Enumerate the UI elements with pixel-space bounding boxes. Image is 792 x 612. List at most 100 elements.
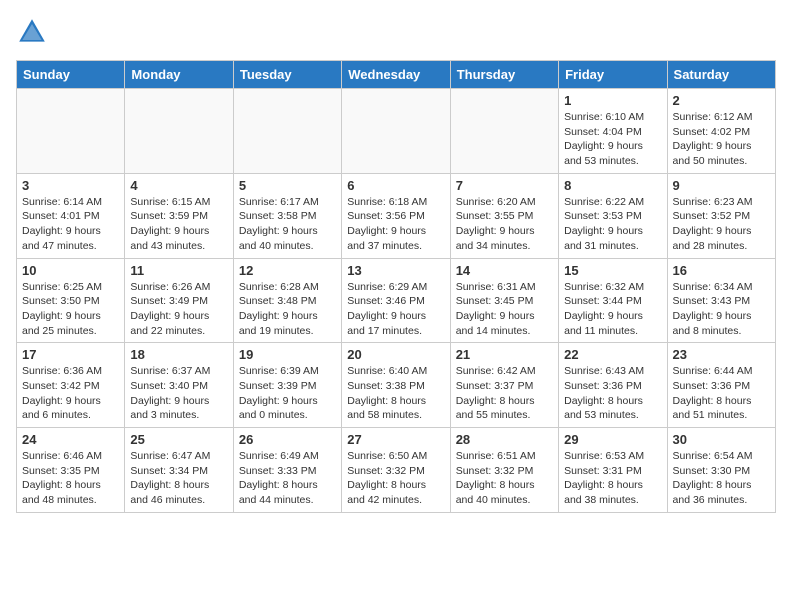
week-row-5: 24 Sunrise: 6:46 AMSunset: 3:35 PMDayligh… [17,428,776,513]
day-info: Sunrise: 6:25 AMSunset: 3:50 PMDaylight:… [22,280,119,339]
day-header-saturday: Saturday [667,61,775,89]
day-info: Sunrise: 6:51 AMSunset: 3:32 PMDaylight:… [456,449,553,508]
week-row-3: 10 Sunrise: 6:25 AMSunset: 3:50 PMDayligh… [17,258,776,343]
day-info: Sunrise: 6:14 AMSunset: 4:01 PMDaylight:… [22,195,119,254]
day-info: Sunrise: 6:32 AMSunset: 3:44 PMDaylight:… [564,280,661,339]
day-info: Sunrise: 6:44 AMSunset: 3:36 PMDaylight:… [673,364,770,423]
week-row-4: 17Sunrise: 6:36 AMSunset: 3:42 PMDayligh… [17,343,776,428]
day-number: 21 [456,347,553,362]
calendar-cell: 27 Sunrise: 6:50 AMSunset: 3:32 PMDayligh… [342,428,450,513]
day-info: Sunrise: 6:46 AMSunset: 3:35 PMDaylight:… [22,449,119,508]
calendar-cell: 8 Sunrise: 6:22 AMSunset: 3:53 PMDaylight… [559,173,667,258]
calendar-cell: 2 Sunrise: 6:12 AMSunset: 4:02 PMDaylight… [667,89,775,174]
calendar-cell: 22 Sunrise: 6:43 AMSunset: 3:36 PMDayligh… [559,343,667,428]
day-number: 7 [456,178,553,193]
day-number: 23 [673,347,770,362]
day-info: Sunrise: 6:43 AMSunset: 3:36 PMDaylight:… [564,364,661,423]
day-number: 20 [347,347,444,362]
day-number: 8 [564,178,661,193]
day-number: 9 [673,178,770,193]
day-number: 3 [22,178,119,193]
day-info: Sunrise: 6:26 AMSunset: 3:49 PMDaylight:… [130,280,227,339]
calendar-cell: 10 Sunrise: 6:25 AMSunset: 3:50 PMDayligh… [17,258,125,343]
day-number: 22 [564,347,661,362]
day-number: 2 [673,93,770,108]
calendar-cell: 7 Sunrise: 6:20 AMSunset: 3:55 PMDaylight… [450,173,558,258]
day-number: 26 [239,432,336,447]
day-info: Sunrise: 6:39 AMSunset: 3:39 PMDaylight:… [239,364,336,423]
day-info: Sunrise: 6:53 AMSunset: 3:31 PMDaylight:… [564,449,661,508]
day-info: Sunrise: 6:37 AMSunset: 3:40 PMDaylight:… [130,364,227,423]
calendar-cell: 20 Sunrise: 6:40 AMSunset: 3:38 PMDayligh… [342,343,450,428]
calendar-cell: 14Sunrise: 6:31 AMSunset: 3:45 PMDayligh… [450,258,558,343]
calendar-cell: 28 Sunrise: 6:51 AMSunset: 3:32 PMDayligh… [450,428,558,513]
calendar-cell [125,89,233,174]
day-info: Sunrise: 6:28 AMSunset: 3:48 PMDaylight:… [239,280,336,339]
day-number: 25 [130,432,227,447]
calendar-cell: 17Sunrise: 6:36 AMSunset: 3:42 PMDayligh… [17,343,125,428]
day-number: 4 [130,178,227,193]
day-header-monday: Monday [125,61,233,89]
calendar-cell: 29 Sunrise: 6:53 AMSunset: 3:31 PMDayligh… [559,428,667,513]
page-header [16,16,776,48]
day-info: Sunrise: 6:22 AMSunset: 3:53 PMDaylight:… [564,195,661,254]
day-number: 14 [456,263,553,278]
week-row-1: 1 Sunrise: 6:10 AMSunset: 4:04 PMDaylight… [17,89,776,174]
day-info: Sunrise: 6:20 AMSunset: 3:55 PMDaylight:… [456,195,553,254]
day-number: 13 [347,263,444,278]
calendar-cell: 11 Sunrise: 6:26 AMSunset: 3:49 PMDayligh… [125,258,233,343]
day-number: 30 [673,432,770,447]
calendar-cell [450,89,558,174]
day-number: 27 [347,432,444,447]
day-header-thursday: Thursday [450,61,558,89]
calendar-cell: 24 Sunrise: 6:46 AMSunset: 3:35 PMDayligh… [17,428,125,513]
day-number: 15 [564,263,661,278]
calendar-cell: 21 Sunrise: 6:42 AMSunset: 3:37 PMDayligh… [450,343,558,428]
calendar-cell: 1 Sunrise: 6:10 AMSunset: 4:04 PMDaylight… [559,89,667,174]
day-header-tuesday: Tuesday [233,61,341,89]
day-header-friday: Friday [559,61,667,89]
day-number: 6 [347,178,444,193]
day-info: Sunrise: 6:40 AMSunset: 3:38 PMDaylight:… [347,364,444,423]
day-info: Sunrise: 6:12 AMSunset: 4:02 PMDaylight:… [673,110,770,169]
day-info: Sunrise: 6:10 AMSunset: 4:04 PMDaylight:… [564,110,661,169]
day-info: Sunrise: 6:18 AMSunset: 3:56 PMDaylight:… [347,195,444,254]
day-number: 24 [22,432,119,447]
day-number: 5 [239,178,336,193]
calendar-cell [17,89,125,174]
day-number: 18 [130,347,227,362]
day-number: 11 [130,263,227,278]
day-info: Sunrise: 6:23 AMSunset: 3:52 PMDaylight:… [673,195,770,254]
day-number: 19 [239,347,336,362]
day-info: Sunrise: 6:50 AMSunset: 3:32 PMDaylight:… [347,449,444,508]
day-info: Sunrise: 6:49 AMSunset: 3:33 PMDaylight:… [239,449,336,508]
calendar-cell: 5 Sunrise: 6:17 AMSunset: 3:58 PMDaylight… [233,173,341,258]
week-row-2: 3 Sunrise: 6:14 AMSunset: 4:01 PMDaylight… [17,173,776,258]
calendar-cell: 19 Sunrise: 6:39 AMSunset: 3:39 PMDayligh… [233,343,341,428]
day-number: 29 [564,432,661,447]
day-number: 1 [564,93,661,108]
calendar-cell: 25 Sunrise: 6:47 AMSunset: 3:34 PMDayligh… [125,428,233,513]
day-info: Sunrise: 6:34 AMSunset: 3:43 PMDaylight:… [673,280,770,339]
day-info: Sunrise: 6:15 AMSunset: 3:59 PMDaylight:… [130,195,227,254]
day-number: 16 [673,263,770,278]
day-number: 10 [22,263,119,278]
calendar-cell [233,89,341,174]
day-info: Sunrise: 6:42 AMSunset: 3:37 PMDaylight:… [456,364,553,423]
calendar-cell: 4 Sunrise: 6:15 AMSunset: 3:59 PMDaylight… [125,173,233,258]
calendar-cell: 3 Sunrise: 6:14 AMSunset: 4:01 PMDaylight… [17,173,125,258]
calendar-table: SundayMondayTuesdayWednesdayThursdayFrid… [16,60,776,513]
calendar-cell: 30 Sunrise: 6:54 AMSunset: 3:30 PMDayligh… [667,428,775,513]
day-info: Sunrise: 6:17 AMSunset: 3:58 PMDaylight:… [239,195,336,254]
calendar-cell: 9 Sunrise: 6:23 AMSunset: 3:52 PMDaylight… [667,173,775,258]
day-info: Sunrise: 6:29 AMSunset: 3:46 PMDaylight:… [347,280,444,339]
day-info: Sunrise: 6:54 AMSunset: 3:30 PMDaylight:… [673,449,770,508]
day-number: 28 [456,432,553,447]
calendar-cell [342,89,450,174]
day-number: 17 [22,347,119,362]
day-header-wednesday: Wednesday [342,61,450,89]
calendar-cell: 16 Sunrise: 6:34 AMSunset: 3:43 PMDayligh… [667,258,775,343]
day-info: Sunrise: 6:47 AMSunset: 3:34 PMDaylight:… [130,449,227,508]
calendar-cell: 15 Sunrise: 6:32 AMSunset: 3:44 PMDayligh… [559,258,667,343]
logo [16,16,52,48]
